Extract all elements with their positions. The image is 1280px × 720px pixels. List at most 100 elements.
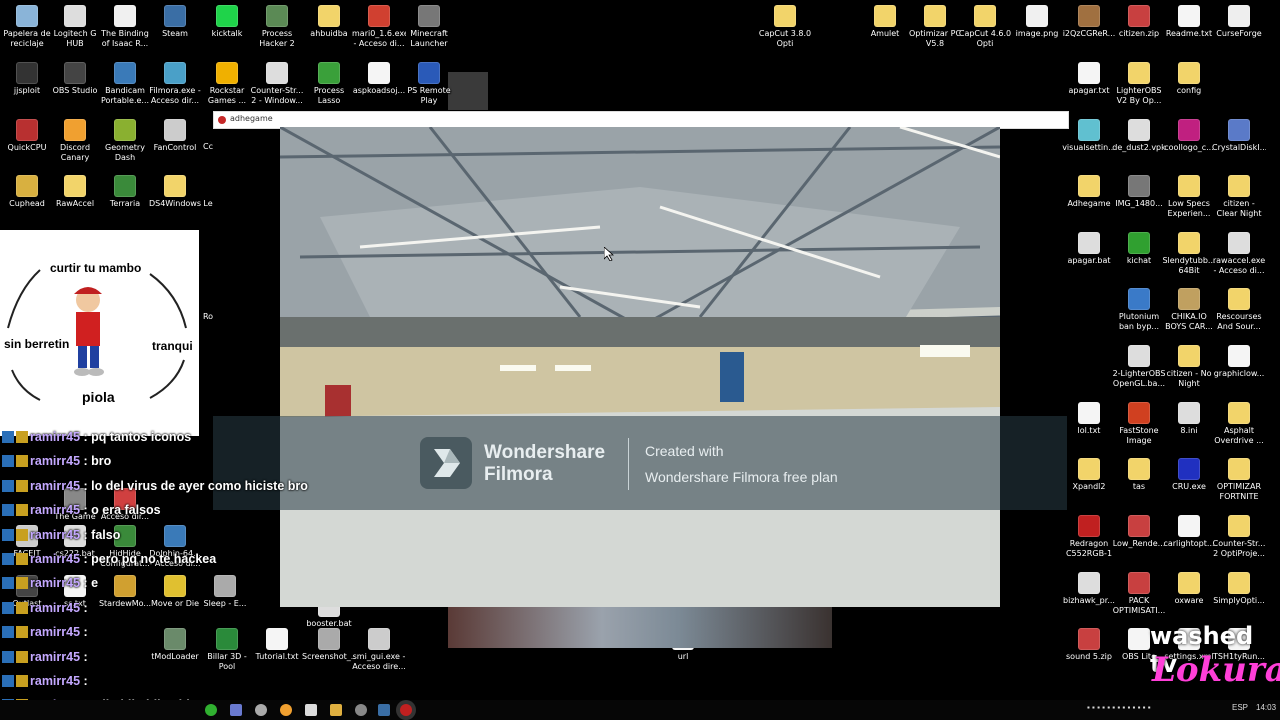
adhegame-taskbar-icon[interactable] — [400, 704, 412, 716]
desktop-icon-left[interactable]: mari0_1.6.exe - Acceso di... — [352, 5, 406, 49]
obs-icon[interactable] — [355, 704, 367, 716]
desktop-icon-right[interactable]: Low_Rende... — [1112, 515, 1166, 549]
desktop-icon-right[interactable]: PACK OPTIMISATI... — [1112, 572, 1166, 616]
discord-icon[interactable] — [230, 704, 242, 716]
filmora-logo-icon — [420, 437, 472, 489]
desktop-icon-left[interactable]: DS4Windows — [148, 175, 202, 209]
desktop-icon-top[interactable]: CurseForge — [1212, 5, 1266, 39]
desktop-icon-right[interactable]: Redragon C552RGB-1 ... — [1062, 515, 1116, 559]
desktop-icon-left[interactable]: Geometry Dash — [98, 119, 152, 163]
desktop-icon-right[interactable]: IMG_1480... — [1112, 175, 1166, 209]
desktop-icon-label: LighterOBS V2 By Op... — [1116, 86, 1162, 105]
app-icon[interactable] — [255, 704, 267, 716]
desktop-icon-label: 8.ini — [1180, 426, 1198, 435]
desktop-icon-right[interactable]: 8.ini — [1162, 402, 1216, 436]
desktop-icon-left[interactable]: Cuphead — [0, 175, 54, 209]
desktop-icon-label: aspkoadsoj... — [352, 86, 406, 95]
tray-icons[interactable]: ▪ ▪ ▪ ▪ ▪ ▪ ▪ ▪ ▪ ▪ ▪ ▪ ▪ — [1087, 703, 1151, 712]
desktop-icon-right[interactable]: coollogo_c... — [1162, 119, 1216, 153]
jjsploit-icon — [16, 62, 38, 84]
desktop-icon-label: OBS Studio — [52, 86, 98, 95]
game-viewport[interactable] — [280, 127, 1000, 607]
desktop-icon-left[interactable]: Discord Canary — [48, 119, 102, 163]
steam-icon[interactable] — [378, 704, 390, 716]
desktop-icon-right[interactable]: config — [1162, 62, 1216, 96]
desktop-icon-right[interactable]: bizhawk_pr... — [1062, 572, 1116, 606]
desktop-icon-top[interactable]: CapCut 3.8.0 Opti — [758, 5, 812, 49]
desktop-icon-left[interactable]: FanControl — [148, 119, 202, 153]
desktop-icon-right[interactable]: SimplyOpti... — [1212, 572, 1266, 606]
desktop-icon-left[interactable]: OBS Studio — [48, 62, 102, 96]
desktop-icon-right[interactable]: CrystalDiskI... — [1212, 119, 1266, 153]
desktop-icon-left[interactable]: Papelera de reciclaje — [0, 5, 54, 49]
spotify-icon[interactable] — [205, 704, 217, 716]
desktop-icon-left[interactable]: Logitech G HUB — [48, 5, 102, 49]
desktop-icon-right[interactable]: apagar.bat — [1062, 232, 1116, 266]
desktop-icon-right[interactable]: Plutonium ban byp... — [1112, 288, 1166, 332]
desktop-icon-right[interactable]: Adhegame — [1062, 175, 1116, 209]
desktop-icon-left[interactable]: The Binding of Isaac R... — [98, 5, 152, 49]
desktop-icon-left[interactable]: Counter-Str... 2 - Window... — [250, 62, 304, 106]
taskbar: ▪ ▪ ▪ ▪ ▪ ▪ ▪ ▪ ▪ ▪ ▪ ▪ ▪ ESP 14:03 — [0, 700, 1280, 720]
desktop-icon-right[interactable]: visualsettin... — [1062, 119, 1116, 153]
desktop-icon-top[interactable]: CapCut 4.6.0 Opti — [958, 5, 1012, 49]
desktop-icon-right[interactable]: LighterOBS V2 By Op... — [1112, 62, 1166, 106]
desktop-icon-top[interactable]: Optimizar PC V5.8 — [908, 5, 962, 49]
desktop-icon-right[interactable]: Slendytubb... 64Bit — [1162, 232, 1216, 276]
desktop-icon-left[interactable]: Steam — [148, 5, 202, 39]
desktop-icon-left[interactable]: Bandicam Portable.e... — [98, 62, 152, 106]
desktop-icon-label: Logitech G HUB — [53, 29, 97, 48]
desktop-icon-left[interactable]: RawAccel — [48, 175, 102, 209]
desktop-icon-right[interactable]: apagar.txt — [1062, 62, 1116, 96]
clock[interactable]: 14:03 — [1256, 703, 1276, 712]
desktop-icon-right[interactable]: de_dust2.vpk — [1112, 119, 1166, 153]
desktop-icon-right[interactable]: tas — [1112, 458, 1166, 492]
desktop-icon-left[interactable]: Filmora.exe - Acceso dir... — [148, 62, 202, 106]
desktop-icon-right[interactable]: rawaccel.exe - Acceso di... — [1212, 232, 1266, 276]
desktop-icon-top[interactable]: citizen.zip — [1112, 5, 1166, 39]
desktop-icon-right[interactable]: citizen - No Night — [1162, 345, 1216, 389]
desktop-icon-left[interactable]: QuickCPU — [0, 119, 54, 153]
desktop-icon-left[interactable]: jjsploit — [0, 62, 54, 96]
desktop-icon-right[interactable]: CHIKA.IO BOYS CAR... — [1162, 288, 1216, 332]
desktop-icon-label: ahbuidba — [310, 29, 348, 38]
desktop-icon-right[interactable]: lol.txt — [1062, 402, 1116, 436]
desktop-icon-top[interactable]: i2QzCGReR... — [1062, 5, 1116, 39]
desktop-icon-label: carlightopt... — [1163, 539, 1215, 548]
chrome-icon[interactable] — [280, 704, 292, 716]
desktop-icon-left[interactable]: aspkoadsoj... — [352, 62, 406, 96]
desktop-icon-left[interactable]: kicktalk — [200, 5, 254, 39]
desktop-icon-right[interactable]: graphiclow... — [1212, 345, 1266, 379]
desktop-icon-left[interactable]: Process Lasso — [302, 62, 356, 106]
desktop-icon-left[interactable]: PS Remote Play — [402, 62, 456, 106]
desktop-icon-right[interactable]: Asphalt Overdrive ... — [1212, 402, 1266, 446]
desktop-icon-left[interactable]: Process Hacker 2 — [250, 5, 304, 49]
desktop-icon-right[interactable]: Xpandl2 — [1062, 458, 1116, 492]
desktop-icon-top[interactable]: Amulet — [858, 5, 912, 39]
desktop-icon-right[interactable]: oxware — [1162, 572, 1216, 606]
desktop-icon-right[interactable]: OPTIMIZAR FORTNITE — [1212, 458, 1266, 502]
desktop-icon-right[interactable]: FastStone Image Viewer — [1112, 402, 1166, 446]
desktop-icon-top[interactable]: Readme.txt — [1162, 5, 1216, 39]
desktop-icon-right[interactable]: 2-LighterOBS OpenGL.ba... — [1112, 345, 1166, 389]
desktop-icon-right[interactable]: Counter-Str... 2 OptiProje... — [1212, 515, 1266, 559]
image-icon — [1178, 119, 1200, 141]
desktop-icon-left[interactable]: Terraria — [98, 175, 152, 209]
desktop-icon-right[interactable]: sound 5.zip — [1062, 628, 1116, 662]
desktop-icon-right[interactable]: Low Specs Experien... — [1162, 175, 1216, 219]
desktop-icon-top[interactable]: image.png — [1010, 5, 1064, 39]
desktop-icon-right[interactable]: kichat — [1112, 232, 1166, 266]
folder-icon — [1228, 458, 1250, 480]
desktop-icon-right[interactable]: citizen - Clear Night — [1212, 175, 1266, 219]
zip-icon — [1128, 515, 1150, 537]
desktop-icon-right[interactable]: carlightopt... — [1162, 515, 1216, 549]
input-language[interactable]: ESP — [1232, 703, 1248, 712]
desktop-icon-bottom[interactable]: smi_gui.exe - Acceso dire... — [352, 628, 406, 672]
tool-icon[interactable] — [305, 704, 317, 716]
desktop-icon-left[interactable]: ahbuidba — [302, 5, 356, 39]
desktop-icon-right[interactable]: CRU.exe — [1162, 458, 1216, 492]
desktop-icon-right[interactable]: Rescourses And Sour... — [1212, 288, 1266, 332]
desktop-icon-left[interactable]: Minecraft Launcher — [402, 5, 456, 49]
desktop-icon-left[interactable]: Rockstar Games ... — [200, 62, 254, 106]
file-explorer-icon[interactable] — [330, 704, 342, 716]
